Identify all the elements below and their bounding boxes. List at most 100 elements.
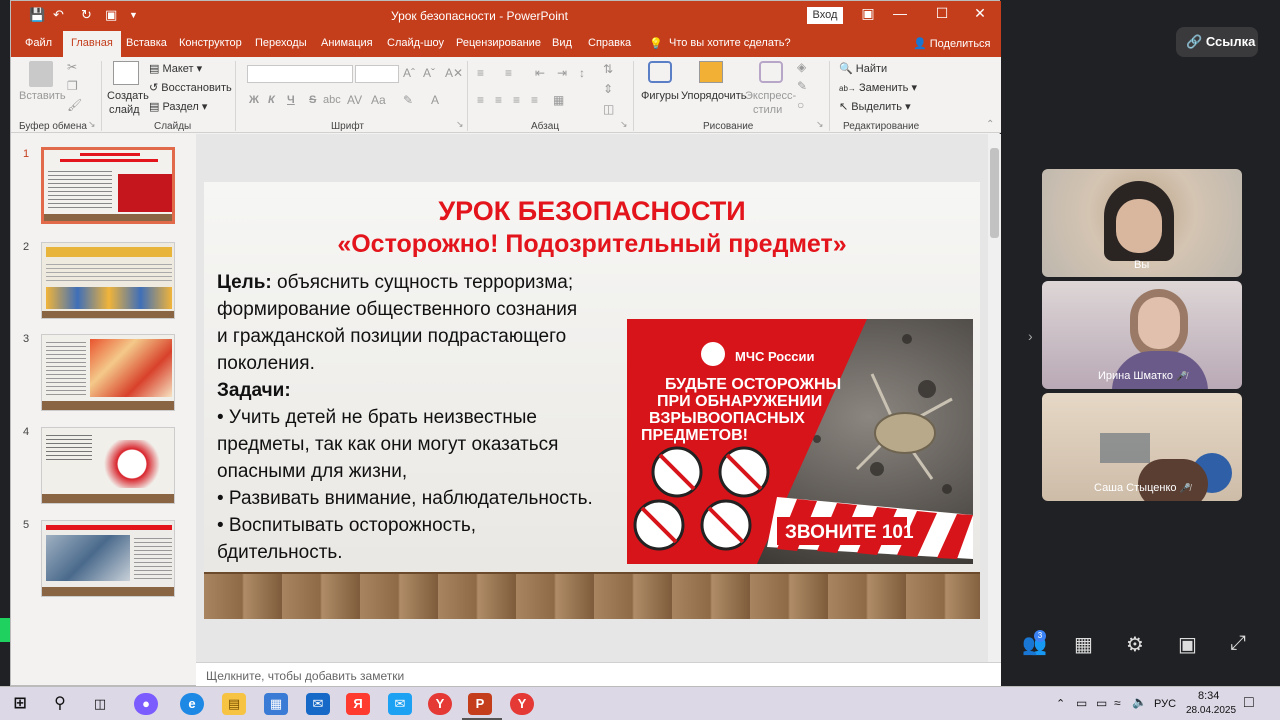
paste-button[interactable]: Вставить xyxy=(19,90,66,102)
undo-icon[interactable]: ↶ xyxy=(53,7,64,23)
align-left-icon[interactable]: ≡ xyxy=(477,93,484,107)
thumbnail-slide-1[interactable] xyxy=(41,147,175,224)
windows-start-icon[interactable]: ⊞ xyxy=(8,693,32,715)
search-icon[interactable]: ⚲ xyxy=(48,693,72,715)
new-slide-button[interactable]: Создать xyxy=(107,90,149,102)
signin-button[interactable]: Вход xyxy=(807,7,843,24)
thumbnail-slide-4[interactable] xyxy=(41,427,175,504)
fullscreen-icon[interactable]: ⤢ xyxy=(1230,632,1246,655)
clock-time[interactable]: 8:34 xyxy=(1198,690,1219,702)
layout-button[interactable]: ▤ Макет ▾ xyxy=(149,62,202,75)
italic-button[interactable]: К xyxy=(268,94,275,106)
underline-button[interactable]: Ч xyxy=(287,94,295,106)
tab-file[interactable]: Файл xyxy=(25,37,52,49)
decrease-indent-icon[interactable]: ⇤ xyxy=(535,66,545,80)
align-text-icon[interactable]: ⇕ xyxy=(603,82,613,96)
copy-icon[interactable]: ❐ xyxy=(67,79,78,93)
cut-icon[interactable]: ✂ xyxy=(67,60,77,74)
chevron-right-icon[interactable]: › xyxy=(1028,328,1033,344)
store-icon[interactable]: ▦ xyxy=(264,693,288,715)
arrange-button[interactable]: Упорядочить xyxy=(681,90,746,102)
copy-link-button[interactable]: 🔗 Ссылка xyxy=(1176,27,1258,57)
edge-icon[interactable]: e xyxy=(180,693,204,715)
smartart-icon[interactable]: ◫ xyxy=(603,102,614,116)
maximize-icon[interactable]: ☐ xyxy=(927,5,957,22)
qat-dropdown-icon[interactable]: ▼ xyxy=(129,10,138,20)
tab-transitions[interactable]: Переходы xyxy=(255,37,307,49)
thumbnail-slide-5[interactable] xyxy=(41,520,175,597)
alice-icon[interactable]: ● xyxy=(134,693,158,715)
shape-outline-icon[interactable]: ✎ xyxy=(797,79,807,93)
file-explorer-icon[interactable]: ▤ xyxy=(222,693,246,715)
format-painter-icon[interactable]: 🖌 xyxy=(67,98,82,112)
thumbnail-slide-3[interactable] xyxy=(41,334,175,411)
tab-home[interactable]: Главная xyxy=(63,31,121,57)
chevron-up-icon[interactable]: ⌃ xyxy=(1056,697,1065,710)
share-button[interactable]: 👤 Поделиться xyxy=(913,37,991,50)
font-launcher-icon[interactable]: ↘ xyxy=(456,119,464,130)
messenger-icon[interactable]: ✉ xyxy=(388,693,412,715)
find-button[interactable]: 🔍 Найти xyxy=(839,62,887,75)
slideshow-icon[interactable]: ▣ xyxy=(105,7,117,23)
justify-icon[interactable]: ≡ xyxy=(531,93,538,107)
font-color-icon[interactable]: A xyxy=(431,93,439,107)
vertical-scrollbar[interactable] xyxy=(988,134,1001,662)
save-icon[interactable]: 💾 xyxy=(29,7,45,23)
tab-slideshow[interactable]: Слайд-шоу xyxy=(387,37,444,49)
notes-pane[interactable]: Щелкните, чтобы добавить заметки xyxy=(196,662,1001,687)
drawing-launcher-icon[interactable]: ↘ xyxy=(816,119,824,130)
reset-button[interactable]: ↺ Восстановить xyxy=(149,81,232,94)
tell-me-search[interactable]: Что вы хотите сделать? xyxy=(669,37,791,49)
paragraph-launcher-icon[interactable]: ↘ xyxy=(620,119,628,130)
network-icon[interactable]: ▭ xyxy=(1096,696,1107,710)
powerpoint-taskbar-icon[interactable]: P xyxy=(468,693,492,715)
bullets-icon[interactable]: ≡ xyxy=(477,66,484,80)
task-view-icon[interactable]: ◫ xyxy=(88,693,112,715)
thumbnail-slide-2[interactable] xyxy=(41,242,175,319)
tab-insert[interactable]: Вставка xyxy=(126,37,167,49)
font-size-select[interactable] xyxy=(355,65,399,83)
tab-view[interactable]: Вид xyxy=(552,37,572,49)
increase-indent-icon[interactable]: ⇥ xyxy=(557,66,567,80)
align-right-icon[interactable]: ≡ xyxy=(513,93,520,107)
yandex-icon[interactable]: Y xyxy=(510,693,534,715)
select-button[interactable]: ↖ Выделить ▾ xyxy=(839,100,911,113)
shape-effects-icon[interactable]: ○ xyxy=(797,98,804,112)
line-spacing-icon[interactable]: ↕ xyxy=(579,66,585,80)
section-button[interactable]: ▤ Раздел ▾ xyxy=(149,100,207,113)
volume-icon[interactable]: 🔈 xyxy=(1132,695,1147,709)
yandex-icon[interactable]: Y xyxy=(428,693,452,715)
redo-icon[interactable]: ↻ xyxy=(81,7,92,23)
mail-icon[interactable]: ✉ xyxy=(306,693,330,715)
pip-icon[interactable]: ▣ xyxy=(1178,632,1197,657)
minimize-icon[interactable]: — xyxy=(885,5,915,21)
numbering-icon[interactable]: ≡ xyxy=(505,66,512,80)
wifi-icon[interactable]: ≈ xyxy=(1114,696,1121,710)
shadow-button[interactable]: abc xyxy=(323,94,341,106)
quick-styles-button[interactable]: Экспресс- xyxy=(745,90,796,102)
char-spacing-icon[interactable]: AV xyxy=(347,93,362,107)
strikethrough-button[interactable]: S xyxy=(309,94,316,106)
clock-date[interactable]: 28.04.2025 xyxy=(1186,705,1236,716)
main-slide[interactable]: УРОК БЕЗОПАСНОСТИ «Осторожно! Подозрител… xyxy=(204,182,980,619)
shapes-button[interactable]: Фигуры xyxy=(641,90,679,102)
battery-icon[interactable]: ▭ xyxy=(1076,696,1087,710)
tab-animations[interactable]: Анимация xyxy=(321,37,373,49)
text-direction-icon[interactable]: ⇅ xyxy=(603,62,613,76)
replace-button[interactable]: ab→ Заменить ▾ xyxy=(839,81,917,94)
shrink-font-icon[interactable]: Aˇ xyxy=(423,66,435,80)
grow-font-icon[interactable]: Aˆ xyxy=(403,66,415,80)
columns-icon[interactable]: ▦ xyxy=(553,93,564,107)
collapse-ribbon-icon[interactable]: ⌃ xyxy=(986,119,994,130)
change-case-icon[interactable]: Aa xyxy=(371,93,386,107)
align-center-icon[interactable]: ≡ xyxy=(495,93,502,107)
language-indicator[interactable]: РУС xyxy=(1154,698,1176,710)
font-family-select[interactable] xyxy=(247,65,353,83)
gear-icon[interactable]: ⚙ xyxy=(1126,632,1144,657)
bold-button[interactable]: Ж xyxy=(249,94,259,106)
notifications-icon[interactable]: □ xyxy=(1244,694,1254,712)
tab-help[interactable]: Справка xyxy=(588,37,631,49)
ribbon-display-icon[interactable]: ▣ xyxy=(853,5,883,22)
yandex-browser-icon[interactable]: Я xyxy=(346,693,370,715)
tab-review[interactable]: Рецензирование xyxy=(456,37,541,49)
